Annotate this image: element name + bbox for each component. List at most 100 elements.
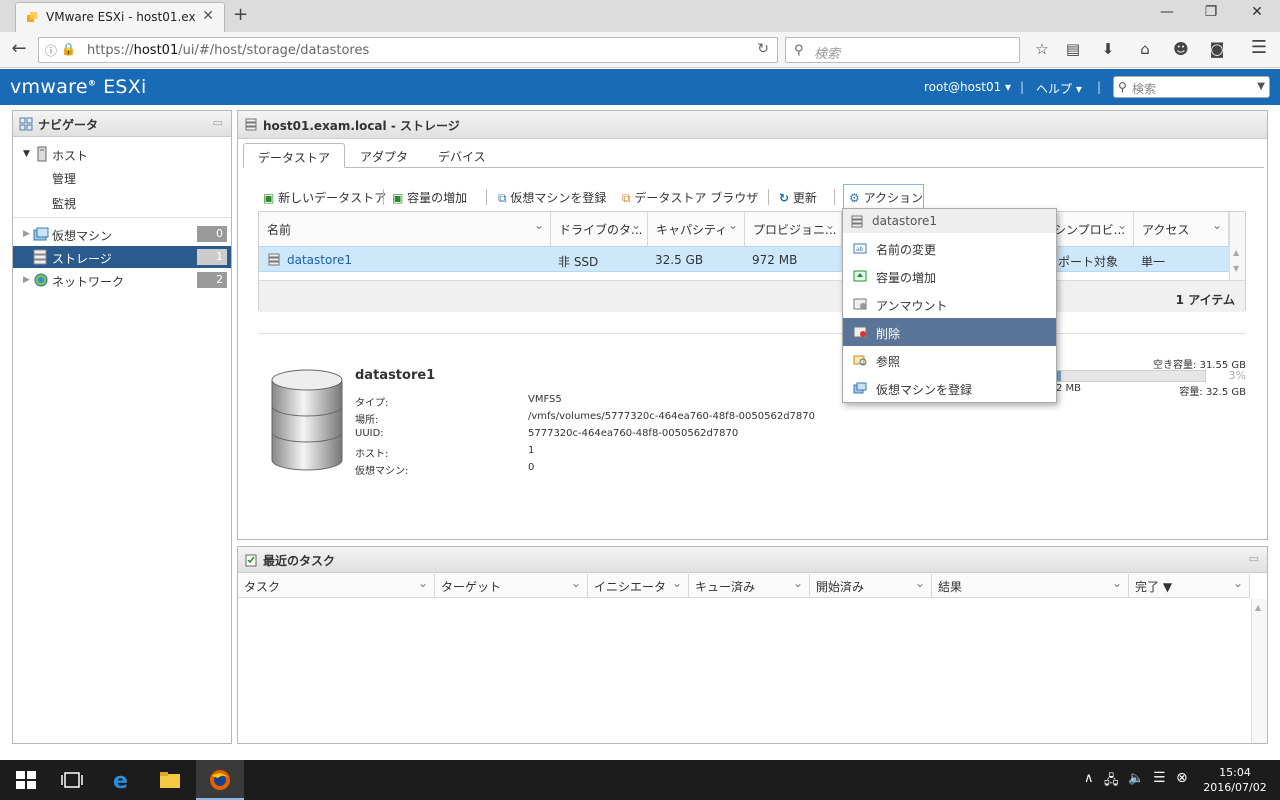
task-view-icon[interactable] [60,769,84,791]
task-column-completed[interactable]: 完了 ▼ [1129,574,1250,598]
download-icon[interactable]: ⬇ [1097,40,1119,58]
datastore-icon [851,215,863,228]
firefox-taskbar-button[interactable] [196,760,244,800]
ime-icon[interactable]: ☰ [1153,770,1166,786]
task-column-task[interactable]: タスク [238,574,435,598]
close-window-icon[interactable]: ✕ [1242,4,1272,20]
edge-browser-icon[interactable]: e [110,769,134,791]
tab-datastores[interactable]: データストア [243,143,346,168]
menu-item-label: 参照 [876,355,901,369]
task-column-queued[interactable]: キュー済み [689,574,810,598]
column-header-capacity[interactable]: キャパシティ [648,212,745,246]
volume-muted-icon[interactable]: 🔈 [1128,771,1144,786]
cell-capacity: 32.5 GB [655,253,704,267]
task-column-result[interactable]: 結果 [932,574,1129,598]
menu-item-increase[interactable]: 容量の増加 [843,262,1056,290]
user-menu[interactable]: root@host01 ▾ [924,80,1011,94]
menu-item-label: アンマウント [876,299,948,313]
scroll-down-icon[interactable]: ▼ [1233,264,1239,273]
menu-item-rename[interactable]: ab 名前の変更 [843,234,1056,262]
restore-icon[interactable]: ❐ [1196,4,1226,20]
nav-host-label: ホスト [52,149,89,163]
datastore-browser-button[interactable]: ⧉ データストア ブラウザ [622,189,758,206]
help-menu[interactable]: ヘルプ ▾ [1036,80,1082,97]
column-header-provisioned[interactable]: プロビジョニ... [745,212,842,246]
task-column-started[interactable]: 開始済み [810,574,932,598]
browser-tab-bar: VMware ESXi - host01.exa... ✕ + — ❐ ✕ [0,0,1280,32]
menu-item-label: 仮想マシンを登録 [876,383,973,397]
unmount-icon [853,298,867,310]
scroll-up-icon[interactable]: ▲ [1255,603,1261,612]
task-column-initiator[interactable]: イニシエータ [588,574,689,598]
minimize-icon[interactable]: — [1152,4,1182,20]
register-vm-button[interactable]: ⧉ 仮想マシンを登録 [498,189,606,206]
vm-icon [33,227,49,241]
browser-search-box[interactable]: ⚲ 検索 [785,37,1020,63]
taskbar-clock[interactable]: 15:04 2016/07/02 [1200,765,1270,795]
tasks-scrollbar[interactable]: ▲ [1251,599,1267,743]
nav-host[interactable]: ▼ ホスト [13,143,231,165]
browser-tab[interactable]: VMware ESXi - host01.exa... ✕ [15,2,225,32]
hello-icon[interactable]: ☻ [1170,40,1192,58]
column-header-drive[interactable]: ドライブのタ... [551,212,648,246]
back-icon[interactable]: ← [8,38,30,59]
url-bar[interactable]: ⓘ 🔒 https://host01/ui/#/host/storage/dat… [38,37,778,63]
refresh-icon: ↻ [779,191,790,205]
storage-count-badge: 1 [197,249,227,265]
bookmark-star-icon[interactable]: ☆ [1031,40,1053,58]
tab-devices[interactable]: デバイス [424,143,500,167]
menu-item-browse[interactable]: 参照 [843,346,1056,374]
storage-panel-title: host01.exam.local - ストレージ [263,119,460,133]
new-tab-icon[interactable]: + [233,4,248,25]
minimize-panel-icon[interactable]: ▭ [1249,552,1259,565]
scroll-up-icon[interactable]: ▲ [1233,248,1239,257]
tray-expand-icon[interactable]: ∧ [1084,771,1094,786]
vmware-esxi-logo: vmware® ESXi [10,76,147,98]
new-datastore-button[interactable]: ▣ 新しいデータストア [263,189,386,206]
reload-icon[interactable]: ↻ [757,41,769,57]
menu-icon[interactable]: ☰ [1248,37,1270,58]
datastore-name-link[interactable]: datastore1 [287,253,352,267]
nav-manage[interactable]: 管理 [13,166,231,188]
toolbar-separator [486,189,487,205]
esxi-search-placeholder: 検索 [1132,82,1157,96]
notification-icon[interactable]: ⊗ [1176,770,1188,786]
nav-storage[interactable]: ストレージ 1 [13,246,231,268]
cell-provisioned: 972 MB [752,253,798,267]
menu-item-unmount[interactable]: アンマウント [843,290,1056,318]
column-header-access[interactable]: アクセス [1134,212,1229,246]
refresh-button[interactable]: ↻ 更新 [779,189,817,206]
menu-item-delete[interactable]: 削除 [843,318,1056,346]
new-datastore-icon: ▣ [263,191,275,205]
tab-adapters[interactable]: アダプタ [346,143,422,167]
table-row[interactable]: datastore1 非 SSD 32.5 GB 972 MB サポート対象 単… [259,246,1229,272]
item-count: 1 アイテム [1175,293,1235,307]
reading-list-icon[interactable]: ▤ [1062,40,1084,58]
network-tray-icon[interactable]: 🖧 [1104,771,1119,793]
esxi-search-input[interactable]: ⚲ 検索 ▼ [1113,76,1270,98]
minimize-panel-icon[interactable]: ▭ [213,116,223,129]
menu-item-register-vm[interactable]: 仮想マシンを登録 [843,374,1056,402]
column-header-name[interactable]: 名前 [259,212,551,246]
search-icon: ⚲ [794,43,804,58]
increase-capacity-button[interactable]: ▣ 容量の増加 [392,189,467,206]
nav-monitor[interactable]: 監視 [13,191,231,213]
file-explorer-icon[interactable] [158,769,182,791]
url-text: https://host01/ui/#/host/storage/datasto… [87,43,370,58]
task-column-target[interactable]: ターゲット [435,574,588,598]
actions-button[interactable]: ⚙ アクション [843,184,924,210]
pocket-icon[interactable]: ◙ [1206,40,1228,58]
chevron-down-icon[interactable]: ▼ [1257,81,1265,92]
home-icon[interactable]: ⌂ [1134,40,1156,58]
close-tab-icon[interactable]: ✕ [202,8,214,24]
lock-warning-icon[interactable]: 🔒 [61,42,76,56]
nav-vms[interactable]: ▶ 仮想マシン 0 [13,223,231,245]
nav-network[interactable]: ▶ ネットワーク 2 [13,269,231,291]
windows-start-icon[interactable] [14,769,38,791]
table-scrollbar[interactable]: ▲ ▼ [1229,212,1245,280]
expand-icon[interactable]: ▶ [23,275,30,285]
expand-icon[interactable]: ▼ [23,149,30,159]
expand-icon[interactable]: ▶ [23,229,30,239]
navigator-header: ナビゲータ ▭ [13,111,231,137]
info-icon[interactable]: ⓘ [45,42,57,59]
